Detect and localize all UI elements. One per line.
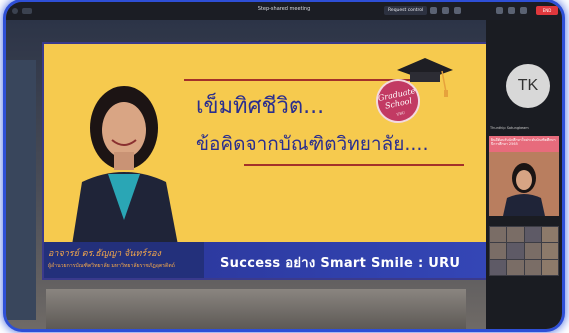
- annotate-icon[interactable]: [442, 7, 449, 14]
- window-title: Step-shared meeting: [257, 6, 311, 12]
- mic-icon[interactable]: [508, 7, 515, 14]
- participants-icon[interactable]: [520, 7, 527, 14]
- presenter-name: อาจารย์ ดร.ธัญญา จันทร์รอง: [48, 249, 161, 259]
- options-icon[interactable]: [454, 7, 461, 14]
- participant-avatar[interactable]: TK: [506, 64, 550, 108]
- participant-video: [489, 152, 559, 216]
- slide-headline-1: เข็มทิศชีวิต...: [196, 94, 325, 119]
- decor-line-bottom: [244, 164, 464, 166]
- presenter-name-strip: อาจารย์ ดร.ธัญญา จันทร์รอง ผู้อำนวยการบั…: [44, 242, 204, 278]
- welcome-banner: ยินดีต้อนรับนักศึกษาใหม่ระดับบัณฑิตศึกษา…: [489, 136, 559, 152]
- video-icon[interactable]: [496, 7, 503, 14]
- decor-line-top: [184, 79, 414, 81]
- participant-name: Thunthip Sotungkeam: [490, 126, 529, 130]
- participant-video-tile[interactable]: ยินดีต้อนรับนักศึกษาใหม่ระดับบัณฑิตศึกษา…: [489, 136, 559, 216]
- desk: [46, 289, 466, 329]
- gallery-grid[interactable]: [489, 226, 559, 276]
- slide-tagline: Success อย่าง Smart Smile : URU: [220, 256, 461, 271]
- presenter-photo: [72, 86, 178, 245]
- bookshelf: [6, 60, 36, 320]
- tagline-strip: Success อย่าง Smart Smile : URU: [204, 242, 488, 278]
- presenter-role: ผู้อำนวยการบัณฑิตวิทยาลัย มหาวิทยาลัยราช…: [48, 263, 175, 269]
- end-button[interactable]: END: [536, 6, 558, 15]
- slide-headline-2: ข้อคิดจากบัณฑิตวิทยาลัย....: [196, 133, 429, 155]
- request-control-button[interactable]: Request control: [384, 6, 428, 15]
- participants-panel: TK Thunthip Sotungkeam ยินดีต้อนรับนักศึ…: [486, 20, 562, 329]
- pause-share-icon[interactable]: [430, 7, 437, 14]
- meeting-title-bar: Step-shared meeting Request control END: [6, 2, 562, 20]
- shared-slide: เข็มทิศชีวิต... ข้อคิดจากบัณฑิตวิทยาลัย.…: [42, 42, 490, 280]
- screenshot-frame: Step-shared meeting Request control END …: [6, 2, 562, 329]
- graduation-cap-icon: [397, 58, 453, 97]
